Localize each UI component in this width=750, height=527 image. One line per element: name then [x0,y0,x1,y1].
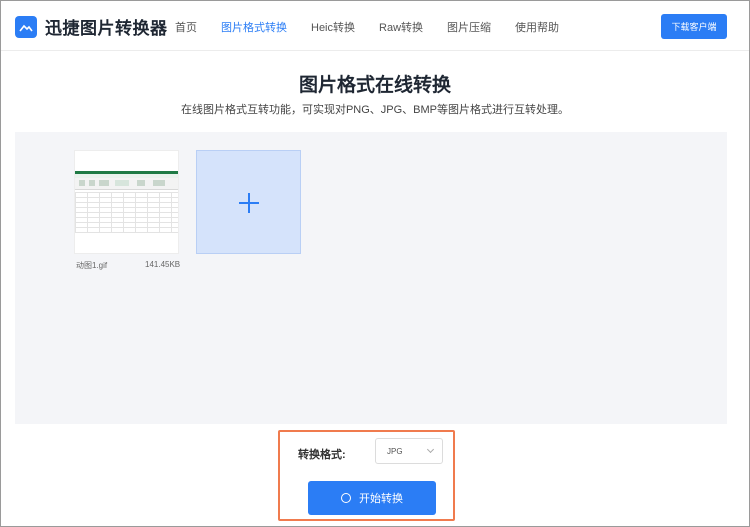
spreadsheet-preview-image [75,171,178,233]
page-title: 图片格式在线转换 [298,75,451,96]
file-size: 141.45KB [145,260,181,269]
logo[interactable]: 迅捷图片转换器 [15,14,168,39]
upload-area[interactable]: 动图1.gif 141.45KB [15,132,727,424]
nav-item-image-format-convert[interactable]: 图片格式转换 [221,19,287,35]
top-header: 迅捷图片转换器 首页 图片格式转换 Heic转换 Raw转换 图片压缩 使用帮助… [1,1,749,51]
nav-item-help[interactable]: 使用帮助 [515,19,559,35]
circle-icon [341,493,351,503]
logo-text: 迅捷图片转换器 [45,19,168,38]
start-convert-label: 开始转换 [359,493,403,505]
page-subtitle: 在线图片格式互转功能，可实现对PNG、JPG、BMP等图片格式进行互转处理。 [180,104,570,116]
nav-item-image-compress[interactable]: 图片压缩 [447,19,491,35]
format-select-value: JPG [387,447,403,456]
add-file-button[interactable] [196,150,301,254]
convert-controls: 转换格式: JPG 开始转换 [278,430,455,521]
start-convert-button[interactable]: 开始转换 [308,481,436,515]
nav-item-heic-convert[interactable]: Heic转换 [311,19,355,35]
nav-item-home[interactable]: 首页 [175,19,197,35]
format-select[interactable]: JPG [375,438,443,464]
chevron-down-icon [426,445,435,454]
image-mountain-icon [15,15,37,38]
file-thumbnail[interactable] [74,150,179,254]
main-nav: 首页 图片格式转换 Heic转换 Raw转换 图片压缩 使用帮助 [175,19,583,35]
format-label: 转换格式: [298,449,346,461]
download-client-button[interactable]: 下载客户端 [661,14,727,39]
file-name: 动图1.gif [76,261,108,270]
nav-item-raw-convert[interactable]: Raw转换 [379,19,423,35]
